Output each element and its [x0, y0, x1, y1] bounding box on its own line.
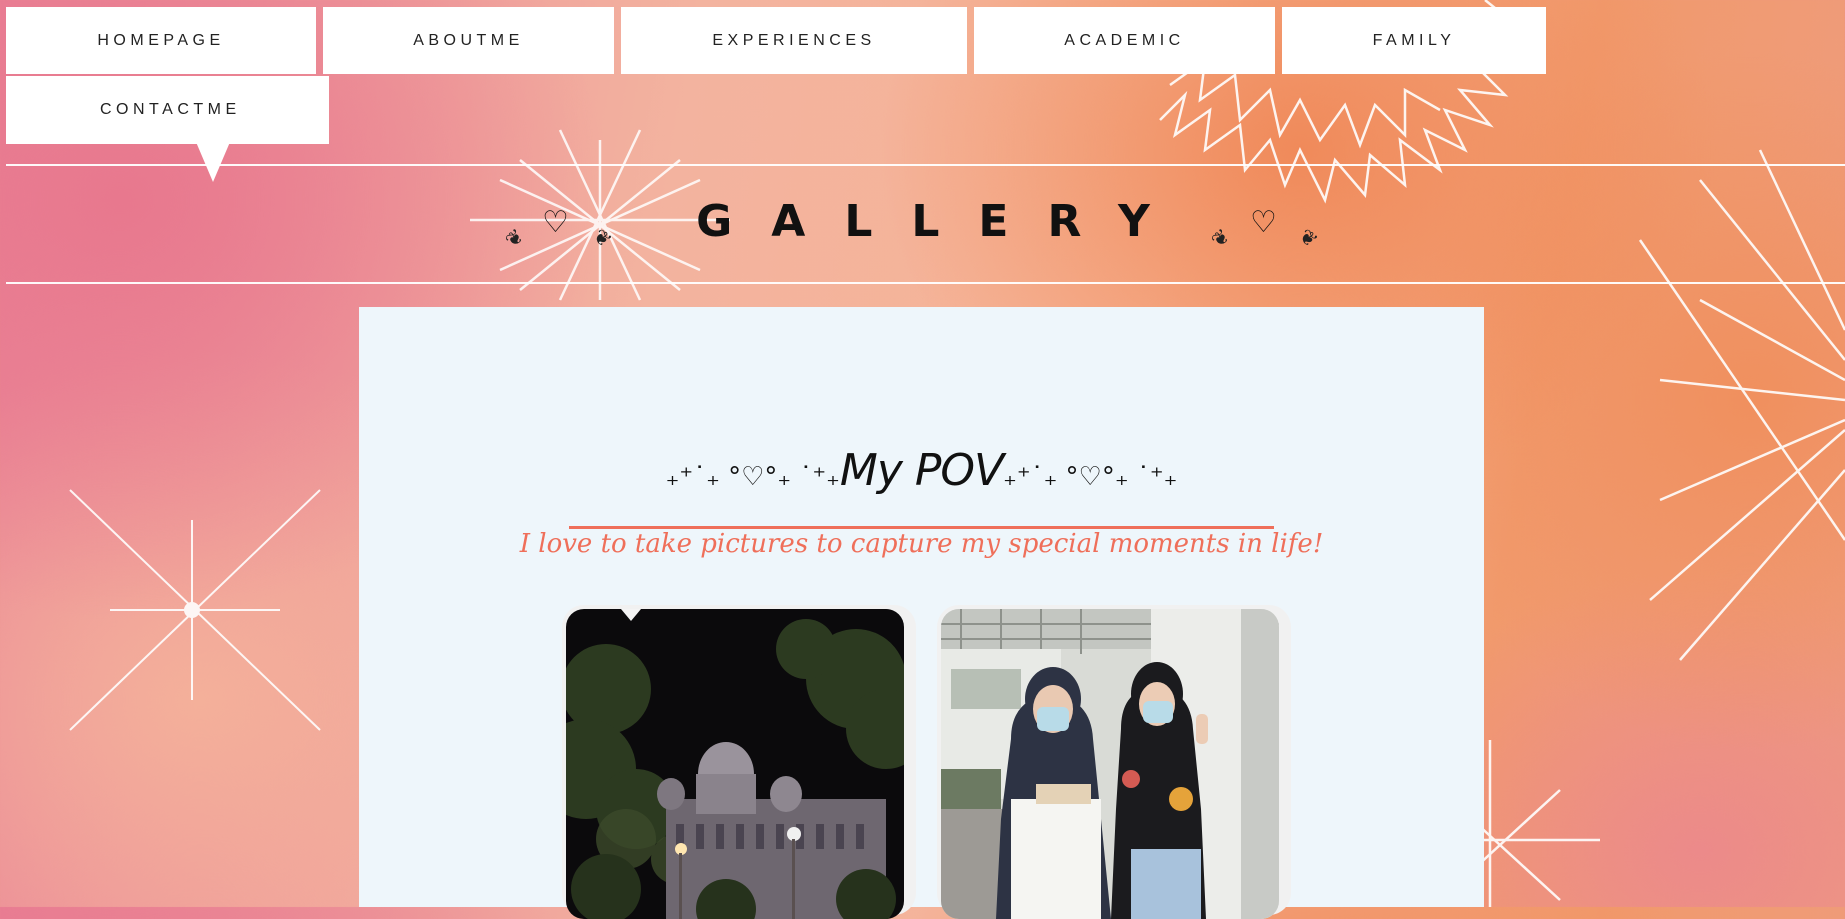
active-nav-pointer — [196, 142, 230, 182]
heart-icon-right: ♡ — [1250, 205, 1277, 240]
nav-item-aboutme[interactable]: ABOUTME — [323, 7, 614, 74]
photo-friends-station — [941, 609, 1279, 919]
photo-card-friends[interactable] — [937, 605, 1291, 919]
nav-item-experiences[interactable]: EXPERIENCES — [621, 7, 967, 74]
nav-item-contactme[interactable]: CONTACTME — [6, 76, 329, 144]
header-divider-bottom — [6, 282, 1845, 284]
section-heading: ₊⁺˙₊ °♡°₊ ˙⁺₊My POV₊⁺˙₊ °♡°₊ ˙⁺₊ — [359, 445, 1484, 496]
heading-text: My POV — [839, 445, 1004, 496]
nav-item-homepage[interactable]: HOMEPAGE — [6, 7, 316, 74]
photo-night-building — [566, 609, 904, 919]
heading-sparkles-right: ₊⁺˙₊ °♡°₊ ˙⁺₊ — [1003, 462, 1178, 492]
header-divider-top — [6, 164, 1845, 166]
heading-sparkles-left: ₊⁺˙₊ °♡°₊ ˙⁺₊ — [665, 462, 840, 492]
nav-item-academic[interactable]: ACADEMIC — [974, 7, 1275, 74]
section-subtitle: I love to take pictures to capture my sp… — [519, 529, 1324, 559]
nav-item-family[interactable]: FAMILY — [1282, 7, 1546, 74]
photo-card-night[interactable] — [562, 605, 916, 919]
gallery-panel: ₊⁺˙₊ °♡°₊ ˙⁺₊My POV₊⁺˙₊ °♡°₊ ˙⁺₊ I love … — [359, 307, 1484, 919]
page-title: GALLERY — [696, 196, 1189, 247]
